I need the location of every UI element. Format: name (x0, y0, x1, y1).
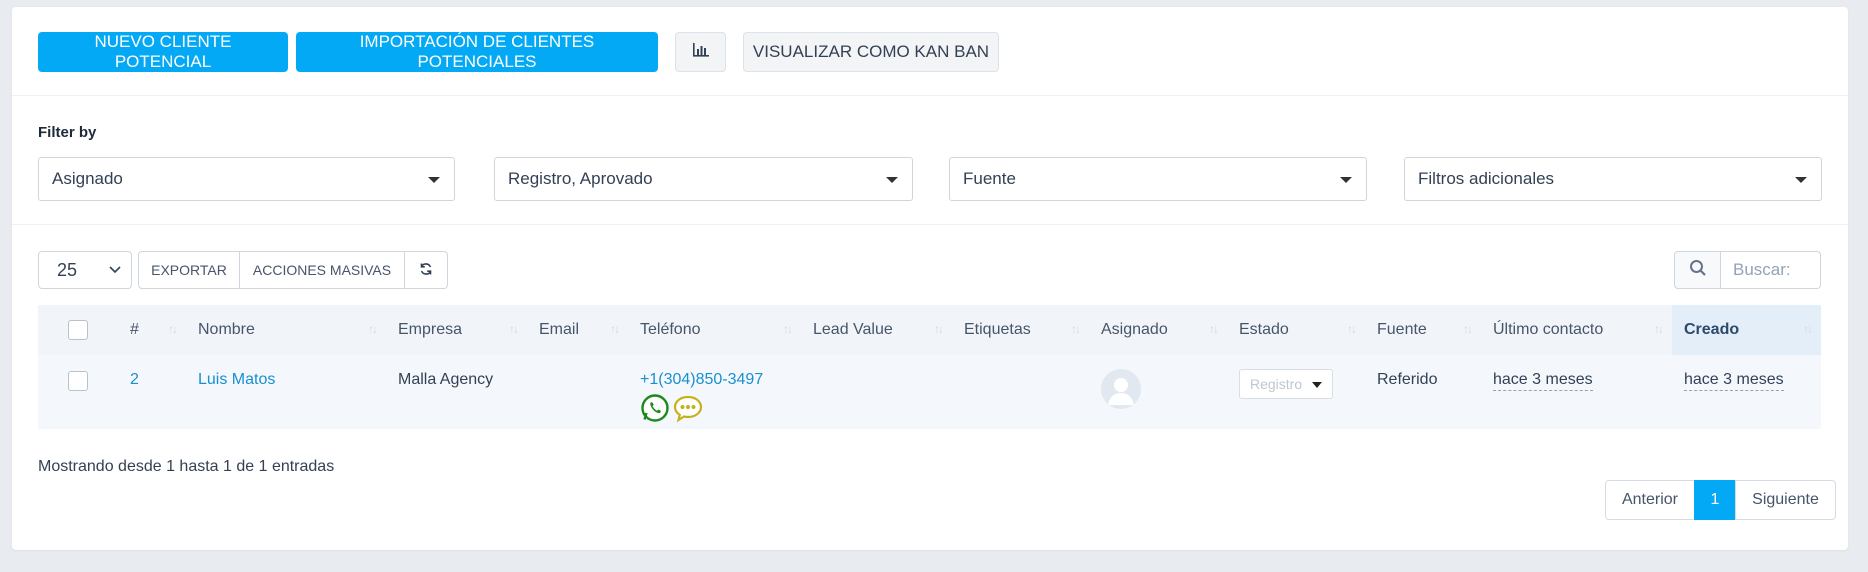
cell-last-contact: hace 3 meses (1481, 355, 1672, 429)
cell-source: Referido (1377, 371, 1438, 388)
caret-down-icon (1340, 177, 1352, 183)
sms-icon[interactable] (673, 393, 703, 428)
status-filter-value: Registro, Aprovado (508, 169, 653, 188)
avatar[interactable] (1101, 369, 1141, 409)
cell-assigned (1089, 355, 1227, 429)
table-info-text: Mostrando desde 1 hasta 1 de 1 entradas (38, 458, 335, 475)
sort-icon: ↑↓ (783, 322, 793, 336)
search-input[interactable] (1721, 251, 1821, 289)
export-button[interactable]: EXPORTAR (138, 251, 240, 289)
leads-panel: NUEVO CLIENTE POTENCIAL IMPORTACIÓN DE C… (12, 7, 1848, 550)
table-row: 2 Luis Matos Malla Agency +1(304)850-349… (38, 355, 1821, 429)
cell-lead-value (801, 355, 952, 429)
cell-company: Malla Agency (398, 371, 494, 388)
sort-icon: ↑↓ (1347, 322, 1357, 336)
column-header-status[interactable]: Estado ↑↓ (1227, 305, 1365, 355)
caret-down-icon (428, 177, 440, 183)
filter-by-label: Filter by (38, 124, 97, 141)
column-header-last-contact[interactable]: Último contacto ↑↓ (1481, 305, 1672, 355)
pagination-next[interactable]: Siguiente (1735, 480, 1836, 520)
cell-email (527, 355, 628, 429)
select-all-checkbox[interactable] (68, 320, 88, 340)
sort-icon: ↑↓ (934, 322, 944, 336)
search-icon (1689, 259, 1707, 282)
bulk-actions-button[interactable]: ACCIONES MASIVAS (239, 251, 405, 289)
phone-link[interactable]: +1(304)850-3497 (640, 371, 763, 388)
page-length-select[interactable]: 25 (38, 251, 132, 289)
sort-icon: ↑↓ (610, 322, 620, 336)
column-header-id[interactable]: # ↑↓ (118, 305, 186, 355)
column-header-tags[interactable]: Etiquetas ↑↓ (952, 305, 1089, 355)
kanban-view-button[interactable]: VISUALIZAR COMO KAN BAN (743, 32, 999, 72)
cell-created: hace 3 meses (1672, 355, 1821, 429)
select-all-cell (38, 305, 118, 355)
refresh-button[interactable] (404, 251, 448, 289)
cell-phone: +1(304)850-3497 (628, 355, 801, 429)
column-header-source[interactable]: Fuente ↑↓ (1365, 305, 1481, 355)
status-filter-select[interactable]: Registro, Aprovado (494, 157, 913, 201)
status-dropdown-value: Registro (1250, 376, 1303, 392)
sort-icon: ↑↓ (168, 322, 178, 336)
sort-icon: ↑↓ (1071, 322, 1081, 336)
table-actions-group: EXPORTAR ACCIONES MASIVAS (138, 251, 448, 289)
sort-icon: ↑↓ (509, 322, 519, 336)
column-header-assigned[interactable]: Asignado ↑↓ (1089, 305, 1227, 355)
column-header-lead-value[interactable]: Lead Value ↑↓ (801, 305, 952, 355)
whatsapp-icon[interactable] (640, 393, 670, 428)
additional-filters-select[interactable]: Filtros adicionales (1404, 157, 1822, 201)
additional-filters-value: Filtros adicionales (1418, 169, 1555, 188)
pagination: Anterior 1 Siguiente (1605, 480, 1836, 520)
assigned-filter-select[interactable]: Asignado (38, 157, 455, 201)
row-checkbox[interactable] (68, 371, 88, 391)
sort-icon: ↑↓ (1209, 322, 1219, 336)
contact-icons (640, 393, 789, 428)
assigned-filter-value: Asignado (52, 169, 123, 188)
chevron-down-icon (109, 261, 121, 280)
column-header-created[interactable]: Creado ↑↓ (1672, 305, 1821, 355)
source-filter-select[interactable]: Fuente (949, 157, 1367, 201)
bar-chart-icon (692, 42, 710, 63)
column-header-email[interactable]: Email ↑↓ (527, 305, 628, 355)
caret-down-icon (886, 177, 898, 183)
table-header-row: # ↑↓ Nombre ↑↓ Empresa ↑↓ Email ↑↓ Teléfono ↑… (38, 305, 1821, 355)
status-dropdown[interactable]: Registro (1239, 369, 1333, 399)
sort-icon: ↑↓ (1463, 322, 1473, 336)
import-leads-button[interactable]: IMPORTACIÓN DE CLIENTES POTENCIALES (296, 32, 658, 72)
search-button[interactable] (1674, 251, 1721, 289)
column-header-name[interactable]: Nombre ↑↓ (186, 305, 386, 355)
cell-tags (952, 355, 1089, 429)
sort-icon: ↑↓ (368, 322, 378, 336)
refresh-icon (419, 262, 433, 279)
lead-id-link[interactable]: 2 (130, 371, 139, 388)
pagination-previous[interactable]: Anterior (1605, 480, 1695, 520)
page-length-value: 25 (57, 259, 78, 280)
column-header-phone[interactable]: Teléfono ↑↓ (628, 305, 801, 355)
leads-table: # ↑↓ Nombre ↑↓ Empresa ↑↓ Email ↑↓ Teléfono ↑… (38, 305, 1821, 429)
sort-icon: ↑↓ (1654, 322, 1664, 336)
caret-down-icon (1795, 177, 1807, 183)
lead-name-link[interactable]: Luis Matos (198, 371, 275, 388)
column-header-company[interactable]: Empresa ↑↓ (386, 305, 527, 355)
search-box (1674, 251, 1821, 289)
sort-icon: ↑↓ (1803, 322, 1813, 336)
row-select-cell (38, 355, 118, 429)
created-value: hace 3 meses (1684, 371, 1784, 391)
divider (12, 95, 1848, 96)
chart-view-button[interactable] (675, 32, 726, 72)
pagination-page-1[interactable]: 1 (1694, 480, 1736, 520)
new-lead-button[interactable]: NUEVO CLIENTE POTENCIAL (38, 32, 288, 72)
last-contact-value: hace 3 meses (1493, 371, 1593, 391)
caret-down-icon (1312, 382, 1322, 388)
cell-name: Luis Matos (186, 355, 386, 429)
divider (12, 224, 1848, 225)
cell-status: Registro (1227, 355, 1365, 429)
source-filter-value: Fuente (963, 169, 1016, 188)
cell-id: 2 (118, 355, 186, 429)
